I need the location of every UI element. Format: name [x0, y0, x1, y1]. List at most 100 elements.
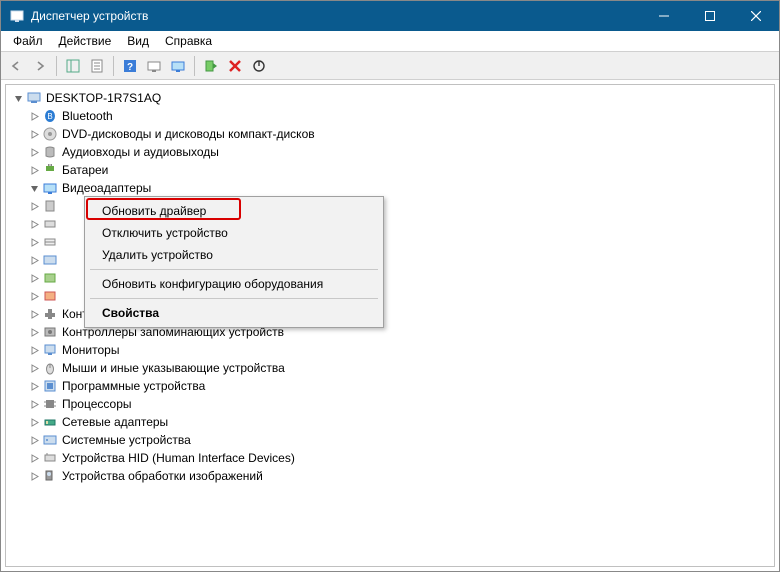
ctx-delete-device[interactable]: Удалить устройство: [88, 244, 380, 266]
separator: [56, 56, 57, 76]
device-manager-window: Диспетчер устройств Файл Действие Вид Сп…: [0, 0, 780, 572]
tree-item-label: Аудиовходы и аудиовыходы: [62, 145, 219, 159]
category-icon: [42, 198, 58, 214]
uninstall-device-button[interactable]: [224, 55, 246, 77]
separator: [90, 269, 378, 270]
scan-hardware-button[interactable]: [143, 55, 165, 77]
root-label: DESKTOP-1R7S1AQ: [46, 91, 161, 105]
caret-right-icon[interactable]: [28, 110, 40, 122]
caret-right-icon[interactable]: [28, 200, 40, 212]
tree-item[interactable]: Сетевые адаптеры: [6, 413, 774, 431]
category-icon: [42, 360, 58, 376]
update-driver-button[interactable]: [167, 55, 189, 77]
maximize-button[interactable]: [687, 1, 733, 31]
menubar: Файл Действие Вид Справка: [1, 31, 779, 52]
svg-text:B: B: [47, 112, 52, 121]
menu-file[interactable]: Файл: [5, 32, 51, 50]
caret-right-icon[interactable]: [28, 236, 40, 248]
back-button[interactable]: [5, 55, 27, 77]
tree-item[interactable]: Аудиовходы и аудиовыходы: [6, 143, 774, 161]
category-icon: [42, 288, 58, 304]
tree-item[interactable]: Батареи: [6, 161, 774, 179]
tree-item-label: Видеоадаптеры: [62, 181, 151, 195]
ctx-disable-device[interactable]: Отключить устройство: [88, 222, 380, 244]
category-icon: [42, 396, 58, 412]
menu-view[interactable]: Вид: [119, 32, 157, 50]
caret-right-icon[interactable]: [28, 254, 40, 266]
caret-right-icon[interactable]: [28, 128, 40, 140]
caret-right-icon[interactable]: [28, 416, 40, 428]
caret-right-icon[interactable]: [28, 452, 40, 464]
tree-item-label: Bluetooth: [62, 109, 113, 123]
category-icon: [42, 432, 58, 448]
separator: [194, 56, 195, 76]
minimize-button[interactable]: [641, 1, 687, 31]
category-icon: B: [42, 108, 58, 124]
category-icon: [42, 180, 58, 196]
tree-item[interactable]: Мониторы: [6, 341, 774, 359]
close-button[interactable]: [733, 1, 779, 31]
show-hide-tree-button[interactable]: [62, 55, 84, 77]
tree-item[interactable]: Системные устройства: [6, 431, 774, 449]
category-icon: [42, 414, 58, 430]
caret-right-icon[interactable]: [28, 326, 40, 338]
tree-item[interactable]: Видеоадаптеры: [6, 179, 774, 197]
ctx-update-driver[interactable]: Обновить драйвер: [88, 200, 380, 222]
caret-right-icon[interactable]: [28, 362, 40, 374]
svg-text:?: ?: [127, 62, 133, 73]
caret-right-icon[interactable]: [28, 380, 40, 392]
enable-device-button[interactable]: [200, 55, 222, 77]
root-node[interactable]: DESKTOP-1R7S1AQ: [6, 89, 774, 107]
tree-item[interactable]: Устройства обработки изображений: [6, 467, 774, 485]
caret-right-icon[interactable]: [28, 218, 40, 230]
menu-action[interactable]: Действие: [51, 32, 120, 50]
titlebar: Диспетчер устройств: [1, 1, 779, 31]
disable-device-button[interactable]: [248, 55, 270, 77]
category-icon: [42, 252, 58, 268]
caret-right-icon[interactable]: [28, 434, 40, 446]
caret-right-icon[interactable]: [28, 344, 40, 356]
category-icon: [42, 378, 58, 394]
tree-item-label: Сетевые адаптеры: [62, 415, 168, 429]
category-icon: [42, 144, 58, 160]
caret-right-icon[interactable]: [28, 164, 40, 176]
separator: [90, 298, 378, 299]
forward-button[interactable]: [29, 55, 51, 77]
help-button[interactable]: ?: [119, 55, 141, 77]
ctx-scan-hardware[interactable]: Обновить конфигурацию оборудования: [88, 273, 380, 295]
tree-item[interactable]: DVD-дисководы и дисководы компакт-дисков: [6, 125, 774, 143]
caret-right-icon[interactable]: [28, 470, 40, 482]
tree-item-label: Мониторы: [62, 343, 119, 357]
tree-item[interactable]: Программные устройства: [6, 377, 774, 395]
caret-right-icon[interactable]: [28, 146, 40, 158]
caret-right-icon[interactable]: [28, 398, 40, 410]
caret-right-icon[interactable]: [28, 290, 40, 302]
tree-item[interactable]: B Bluetooth: [6, 107, 774, 125]
ctx-properties[interactable]: Свойства: [88, 302, 380, 324]
menu-help[interactable]: Справка: [157, 32, 220, 50]
tree-item[interactable]: Устройства HID (Human Interface Devices): [6, 449, 774, 467]
category-icon: [42, 450, 58, 466]
caret-right-icon[interactable]: [28, 272, 40, 284]
tree-item-label: Устройства HID (Human Interface Devices): [62, 451, 295, 465]
tree-item-label: Батареи: [62, 163, 108, 177]
tree-item-label: Устройства обработки изображений: [62, 469, 263, 483]
caret-down-icon[interactable]: [12, 92, 24, 104]
tree-item-label: Программные устройства: [62, 379, 205, 393]
tree-item-label: Системные устройства: [62, 433, 191, 447]
toolbar: ?: [1, 52, 779, 80]
category-icon: [42, 324, 58, 340]
tree-item[interactable]: Мыши и иные указывающие устройства: [6, 359, 774, 377]
tree-item-label: Мыши и иные указывающие устройства: [62, 361, 285, 375]
category-icon: [42, 468, 58, 484]
caret-down-icon[interactable]: [28, 182, 40, 194]
category-icon: [42, 126, 58, 142]
properties-button[interactable]: [86, 55, 108, 77]
tree-item-label: DVD-дисководы и дисководы компакт-дисков: [62, 127, 315, 141]
context-menu: Обновить драйвер Отключить устройство Уд…: [84, 196, 384, 328]
category-icon: [42, 162, 58, 178]
tree-item[interactable]: Процессоры: [6, 395, 774, 413]
caret-right-icon[interactable]: [28, 308, 40, 320]
device-tree-panel[interactable]: DESKTOP-1R7S1AQ B Bluetooth DVD-дисководы …: [5, 84, 775, 567]
computer-icon: [26, 90, 42, 106]
